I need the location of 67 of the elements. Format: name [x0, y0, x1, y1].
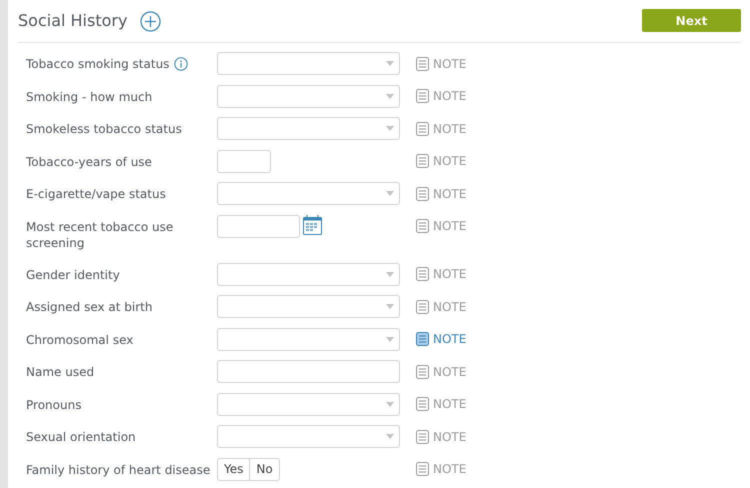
dropdown-caret-icon: [386, 402, 394, 406]
dropdown-caret-icon: [386, 61, 394, 66]
dropdown[interactable]: [217, 295, 400, 318]
input-field[interactable]: [217, 360, 400, 383]
field-label: Pronouns: [26, 396, 82, 412]
calendar-icon[interactable]: [303, 215, 322, 235]
date-field[interactable]: [217, 214, 300, 238]
note-icon: [416, 186, 429, 200]
note-button[interactable]: NOTE: [416, 214, 466, 238]
note-icon: [416, 430, 429, 444]
input-field[interactable]: [217, 150, 271, 172]
add-icon[interactable]: [140, 10, 162, 32]
field-label: E-cigarette/vape status: [26, 186, 166, 202]
dropdown[interactable]: [217, 262, 400, 286]
note-button[interactable]: NOTE: [416, 117, 466, 140]
note-icon: [416, 300, 429, 314]
field-label: Tobacco smoking status: [26, 56, 170, 72]
option-button[interactable]: Yes: [217, 458, 250, 480]
note-button[interactable]: NOTE: [416, 150, 466, 172]
dropdown-caret-icon: [386, 304, 394, 309]
field-label: Gender identity: [26, 266, 120, 282]
dropdown[interactable]: [217, 425, 400, 448]
note-icon: [416, 219, 429, 233]
note-button[interactable]: NOTE: [416, 52, 466, 75]
dropdown-caret-icon: [386, 94, 394, 98]
next-button[interactable]: Next: [642, 9, 741, 32]
field-label: Sexual orientation: [26, 429, 136, 445]
dropdown-caret-icon: [386, 272, 394, 276]
field-label: Smoking - how much: [26, 88, 152, 104]
note-button[interactable]: NOTE: [416, 392, 466, 416]
dropdown-caret-icon: [386, 434, 394, 439]
field-label: Assigned sex at birth: [26, 299, 152, 315]
note-button[interactable]: NOTE: [416, 328, 466, 350]
dropdown[interactable]: [217, 52, 400, 75]
field-label: Tobacco-years of use: [26, 154, 152, 170]
option-button[interactable]: No: [249, 458, 280, 480]
note-icon: [416, 122, 429, 136]
dropdown-caret-icon: [386, 126, 394, 131]
note-button[interactable]: NOTE: [416, 360, 466, 383]
field-label: Most recent tobacco use screening: [26, 218, 174, 250]
dropdown[interactable]: [217, 328, 400, 350]
dropdown-caret-icon: [386, 191, 394, 196]
note-icon: [416, 364, 429, 378]
note-icon: [416, 397, 429, 411]
note-icon: [416, 267, 429, 281]
note-button[interactable]: NOTE: [416, 182, 466, 205]
note-button[interactable]: NOTE: [416, 458, 466, 480]
note-icon: [416, 56, 429, 70]
info-icon[interactable]: [174, 57, 188, 71]
note-button[interactable]: NOTE: [416, 425, 466, 448]
note-icon: [416, 154, 429, 168]
dropdown[interactable]: [217, 182, 400, 205]
note-button[interactable]: NOTE: [416, 262, 466, 286]
note-button[interactable]: NOTE: [416, 295, 466, 318]
field-label: Chromosomal sex: [26, 332, 134, 348]
field-label: Family history of heart disease: [26, 462, 210, 478]
note-icon: [416, 462, 429, 476]
dropdown-caret-icon: [386, 336, 394, 342]
dropdown[interactable]: [217, 392, 400, 416]
field-label: Name used: [26, 364, 94, 380]
field-label: Smokeless tobacco status: [26, 121, 182, 137]
note-icon: [416, 89, 429, 103]
section-title: Social History: [18, 10, 128, 32]
dropdown[interactable]: [217, 117, 400, 140]
note-icon: [416, 332, 429, 346]
note-button[interactable]: NOTE: [416, 84, 466, 108]
dropdown[interactable]: [217, 84, 400, 108]
